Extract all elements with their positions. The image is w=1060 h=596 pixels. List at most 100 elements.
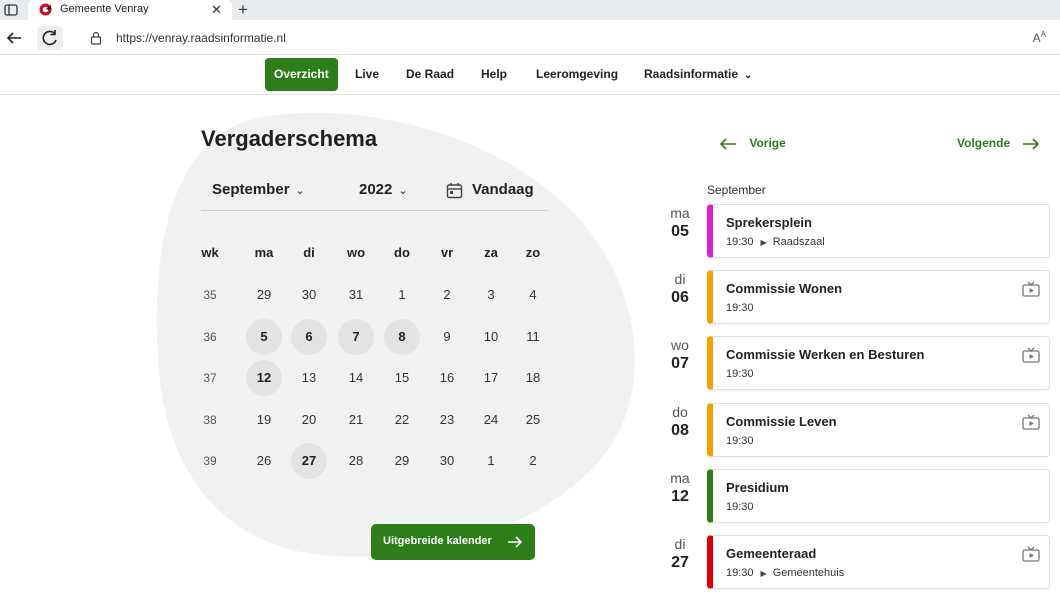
week-number: 35 xyxy=(203,288,217,302)
caret-right-icon: ▶ xyxy=(760,569,767,578)
meeting-time: 19:30 xyxy=(726,236,754,248)
meeting-weekday: di xyxy=(674,271,686,288)
calendar-day: 10 xyxy=(483,328,499,344)
meeting-card[interactable]: Commissie Werken en Besturen 19:30 xyxy=(707,336,1050,391)
meeting-time: 19:30 xyxy=(726,500,754,513)
meeting-weekday: ma xyxy=(670,205,690,221)
meeting-title: Commissie Wonen xyxy=(726,281,843,297)
meeting-day-number: 07 xyxy=(671,355,689,373)
list-month-label: September xyxy=(707,183,766,197)
previous-label: Vorige xyxy=(749,136,786,150)
calendar-day: 2 xyxy=(529,453,537,468)
calendar-day: 24 xyxy=(483,411,499,427)
calendar-day: 26 xyxy=(256,453,272,468)
meeting-time: 19:30 xyxy=(726,567,754,579)
calendar-day: 15 xyxy=(394,370,410,385)
meeting-title: Sprekersplein xyxy=(726,215,812,230)
calendar-day: 19 xyxy=(256,411,272,427)
weekday-header-vr: vr xyxy=(440,245,454,260)
video-icon[interactable] xyxy=(1022,414,1040,435)
meeting-date: ma 12 xyxy=(660,470,700,506)
meeting-title: Commissie Leven xyxy=(726,413,837,429)
meeting-location: Raadszaal xyxy=(772,236,825,248)
year-select-value: 2022 xyxy=(359,181,393,198)
meeting-day-number: 12 xyxy=(671,487,689,505)
meeting-meta: 19:30 ▶ Raadszaal xyxy=(726,236,825,248)
meeting-meta: 19:30 xyxy=(726,368,754,380)
calendar-day: 4 xyxy=(529,287,537,302)
arrow-left-icon xyxy=(719,138,736,150)
weekday-header-do: do xyxy=(394,245,410,260)
calendar-day: 23 xyxy=(439,411,455,427)
calendar-day: 1 xyxy=(398,287,406,302)
calendar-day: 13 xyxy=(301,370,317,385)
week-number: 39 xyxy=(203,454,217,468)
calendar-day: 3 xyxy=(487,287,495,302)
calendar-day: 31 xyxy=(348,287,364,302)
meeting-card[interactable]: Presidium 19:30 xyxy=(707,468,1050,523)
calendar-day: 11 xyxy=(526,328,540,344)
meeting-card[interactable]: Gemeenteraad 19:30 ▶ Gemeentehuis xyxy=(707,535,1050,589)
meeting-date: ma 05 xyxy=(660,205,700,241)
calendar-day-meeting[interactable]: 27 xyxy=(291,443,327,479)
meeting-time: 19:30 xyxy=(726,302,754,315)
meeting-date: di 27 xyxy=(660,536,700,572)
video-icon[interactable] xyxy=(1022,281,1040,302)
calendar-day-meeting[interactable]: 8 xyxy=(384,318,420,355)
meeting-meta: 19:30 ▶ Gemeentehuis xyxy=(726,567,844,579)
meeting-weekday: do xyxy=(672,403,688,420)
chevron-down-icon: ⌄ xyxy=(295,185,305,197)
page-title: Vergaderschema xyxy=(201,126,378,151)
calendar-day: 17 xyxy=(483,370,499,385)
meeting-card[interactable]: Commissie Leven 19:30 xyxy=(707,402,1050,457)
calendar-day: 14 xyxy=(348,370,364,385)
meeting-day-number: 08 xyxy=(671,421,689,439)
weekday-header-zo: zo xyxy=(525,245,541,260)
meeting-meta: 19:30 xyxy=(726,435,754,447)
extended-calendar-label: Uitgebreide kalender xyxy=(383,535,492,547)
calendar-day: 20 xyxy=(301,411,317,427)
calendar-day-meeting[interactable]: 12 xyxy=(246,360,282,396)
calendar-day: 29 xyxy=(394,453,410,468)
video-icon[interactable] xyxy=(1022,546,1040,567)
meeting-date: do 08 xyxy=(660,404,700,440)
calendar-day: 18 xyxy=(525,370,541,385)
calendar-day: 25 xyxy=(525,411,541,427)
meeting-date: wo 07 xyxy=(660,337,700,373)
calendar-day: 29 xyxy=(256,287,272,302)
meeting-meta: 19:30 xyxy=(726,501,754,513)
meeting-time: 19:30 xyxy=(726,434,754,447)
meeting-card[interactable]: Commissie Wonen 19:30 xyxy=(707,270,1050,325)
previous-button[interactable]: Vorige xyxy=(719,136,786,151)
month-select[interactable]: September ⌄ xyxy=(212,181,305,198)
arrow-right-icon xyxy=(508,536,523,548)
meeting-date: di 06 xyxy=(660,271,700,307)
meeting-weekday: di xyxy=(674,536,686,552)
week-number: 38 xyxy=(203,412,217,427)
calendar-icon xyxy=(446,183,463,199)
next-label: Volgende xyxy=(957,136,1011,150)
calendar-day: 22 xyxy=(394,411,410,427)
meeting-title: Commissie Werken en Besturen xyxy=(726,347,925,363)
meeting-weekday: wo xyxy=(671,337,689,354)
weekday-header-za: za xyxy=(484,245,498,260)
video-icon[interactable] xyxy=(1022,347,1040,368)
calendar-day: 16 xyxy=(439,370,455,385)
calendar-day-meeting[interactable]: 5 xyxy=(246,318,282,355)
meeting-card[interactable]: Sprekersplein 19:30 ▶ Raadszaal xyxy=(707,204,1050,258)
chevron-down-icon: ⌄ xyxy=(398,185,408,197)
caret-right-icon: ▶ xyxy=(760,238,767,247)
calendar-day: 30 xyxy=(301,287,317,302)
weekday-header-wk: wk xyxy=(201,245,219,260)
extended-calendar-button[interactable]: Uitgebreide kalender xyxy=(371,524,535,560)
meeting-day-number: 05 xyxy=(671,223,689,240)
meeting-location: Gemeentehuis xyxy=(772,567,845,579)
next-button[interactable]: Volgende xyxy=(957,136,1040,151)
calendar-day-meeting[interactable]: 7 xyxy=(338,318,374,355)
year-select[interactable]: 2022 ⌄ xyxy=(359,181,408,198)
arrow-right-icon xyxy=(1023,138,1040,150)
calendar-day: 9 xyxy=(443,328,451,344)
meeting-day-number: 06 xyxy=(671,289,689,307)
month-select-value: September xyxy=(212,181,290,198)
calendar-day-meeting[interactable]: 6 xyxy=(291,318,327,355)
